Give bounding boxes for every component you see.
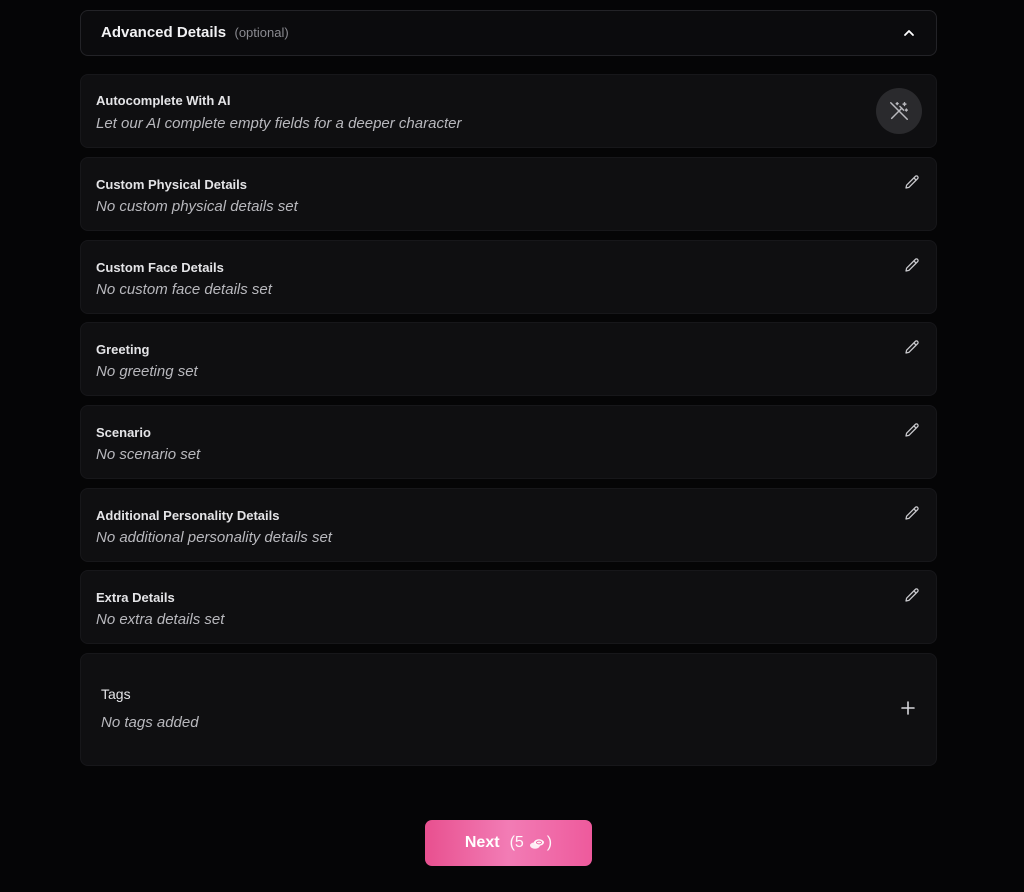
- advanced-details-section: Advanced Details (optional) Autocomplete…: [80, 10, 937, 766]
- section-title: Advanced Details: [101, 24, 227, 41]
- field-empty-text: No scenario set: [96, 446, 201, 463]
- next-cost-close: ): [546, 834, 553, 851]
- advanced-details-header[interactable]: Advanced Details (optional): [80, 10, 937, 56]
- pencil-icon[interactable]: [902, 503, 922, 523]
- coins-icon: [529, 837, 545, 849]
- chevron-up-icon[interactable]: [902, 26, 916, 40]
- field-empty-text: No custom physical details set: [96, 198, 298, 215]
- pencil-icon[interactable]: [902, 255, 922, 275]
- section-optional-label: (optional): [234, 25, 289, 40]
- pencil-icon[interactable]: [902, 585, 922, 605]
- field-card-additional-personality-details[interactable]: Additional Personality Details No additi…: [80, 488, 937, 562]
- pencil-icon[interactable]: [902, 337, 922, 357]
- field-empty-text: No greeting set: [96, 363, 198, 380]
- tags-empty-text: No tags added: [101, 714, 199, 731]
- autocomplete-ai-button[interactable]: [876, 88, 922, 134]
- field-card-scenario[interactable]: Scenario No scenario set: [80, 405, 937, 479]
- tags-title: Tags: [101, 686, 131, 702]
- field-empty-text: No custom face details set: [96, 281, 272, 298]
- field-card-extra-details[interactable]: Extra Details No extra details set: [80, 570, 937, 644]
- field-title: Custom Face Details: [96, 260, 224, 275]
- plus-icon[interactable]: [900, 700, 916, 716]
- next-cost: (5): [510, 834, 553, 852]
- next-cost-open: (5: [509, 834, 524, 851]
- field-title: Custom Physical Details: [96, 177, 247, 192]
- field-empty-text: No extra details set: [96, 611, 225, 628]
- field-card-custom-face-details[interactable]: Custom Face Details No custom face detai…: [80, 240, 937, 314]
- field-title: Extra Details: [96, 590, 175, 605]
- field-title: Scenario: [96, 425, 151, 440]
- pencil-icon[interactable]: [902, 172, 922, 192]
- tags-card: Tags No tags added: [80, 653, 937, 766]
- autocomplete-ai-card: Autocomplete With AI Let our AI complete…: [80, 74, 937, 148]
- field-title: Additional Personality Details: [96, 508, 280, 523]
- pencil-icon[interactable]: [902, 420, 922, 440]
- field-card-custom-physical-details[interactable]: Custom Physical Details No custom physic…: [80, 157, 937, 231]
- field-card-greeting[interactable]: Greeting No greeting set: [80, 322, 937, 396]
- magic-wand-icon: [888, 100, 910, 122]
- section-heading: Advanced Details (optional): [101, 24, 289, 42]
- next-label: Next: [464, 834, 500, 851]
- autocomplete-subtitle: Let our AI complete empty fields for a d…: [96, 115, 462, 132]
- field-empty-text: No additional personality details set: [96, 529, 332, 546]
- autocomplete-title: Autocomplete With AI: [96, 93, 231, 108]
- field-title: Greeting: [96, 342, 150, 357]
- next-button[interactable]: Next (5): [425, 820, 592, 866]
